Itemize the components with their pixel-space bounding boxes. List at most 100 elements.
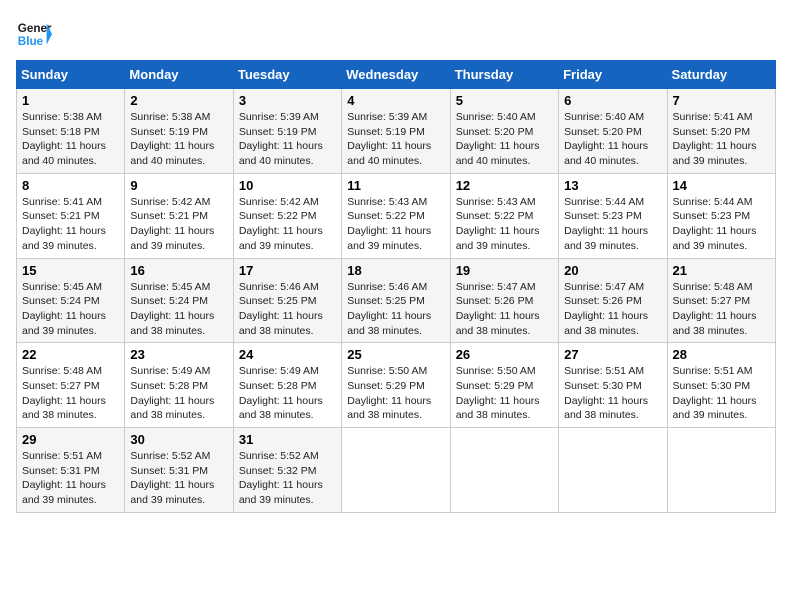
day-number: 31 [239,432,336,447]
logo: General Blue [16,16,52,52]
cell-info: Sunrise: 5:45 AMSunset: 5:24 PMDaylight:… [22,281,106,337]
calendar-cell: 9 Sunrise: 5:42 AMSunset: 5:21 PMDaylight… [125,173,233,258]
cell-info: Sunrise: 5:45 AMSunset: 5:24 PMDaylight:… [130,281,214,337]
cell-info: Sunrise: 5:48 AMSunset: 5:27 PMDaylight:… [22,365,106,421]
calendar-cell: 8 Sunrise: 5:41 AMSunset: 5:21 PMDaylight… [17,173,125,258]
calendar-table: SundayMondayTuesdayWednesdayThursdayFrid… [16,60,776,513]
calendar-cell: 3 Sunrise: 5:39 AMSunset: 5:19 PMDaylight… [233,89,341,174]
weekday-header: Friday [559,61,667,89]
cell-info: Sunrise: 5:46 AMSunset: 5:25 PMDaylight:… [239,281,323,337]
calendar-cell: 6 Sunrise: 5:40 AMSunset: 5:20 PMDaylight… [559,89,667,174]
cell-info: Sunrise: 5:38 AMSunset: 5:19 PMDaylight:… [130,111,214,167]
day-number: 13 [564,178,661,193]
calendar-cell: 29 Sunrise: 5:51 AMSunset: 5:31 PMDayligh… [17,428,125,513]
cell-info: Sunrise: 5:44 AMSunset: 5:23 PMDaylight:… [673,196,757,252]
day-number: 8 [22,178,119,193]
calendar-cell [667,428,775,513]
calendar-week-row: 8 Sunrise: 5:41 AMSunset: 5:21 PMDaylight… [17,173,776,258]
day-number: 17 [239,263,336,278]
calendar-cell: 30 Sunrise: 5:52 AMSunset: 5:31 PMDayligh… [125,428,233,513]
calendar-cell: 14 Sunrise: 5:44 AMSunset: 5:23 PMDayligh… [667,173,775,258]
day-number: 22 [22,347,119,362]
calendar-cell: 24 Sunrise: 5:49 AMSunset: 5:28 PMDayligh… [233,343,341,428]
calendar-week-row: 15 Sunrise: 5:45 AMSunset: 5:24 PMDayligh… [17,258,776,343]
cell-info: Sunrise: 5:49 AMSunset: 5:28 PMDaylight:… [239,365,323,421]
calendar-cell: 17 Sunrise: 5:46 AMSunset: 5:25 PMDayligh… [233,258,341,343]
calendar-cell: 11 Sunrise: 5:43 AMSunset: 5:22 PMDayligh… [342,173,450,258]
calendar-cell [342,428,450,513]
calendar-cell: 21 Sunrise: 5:48 AMSunset: 5:27 PMDayligh… [667,258,775,343]
day-number: 2 [130,93,227,108]
day-number: 9 [130,178,227,193]
day-number: 25 [347,347,444,362]
calendar-week-row: 29 Sunrise: 5:51 AMSunset: 5:31 PMDayligh… [17,428,776,513]
logo-icon: General Blue [16,16,52,52]
calendar-cell: 15 Sunrise: 5:45 AMSunset: 5:24 PMDayligh… [17,258,125,343]
cell-info: Sunrise: 5:50 AMSunset: 5:29 PMDaylight:… [456,365,540,421]
day-number: 4 [347,93,444,108]
day-number: 24 [239,347,336,362]
cell-info: Sunrise: 5:47 AMSunset: 5:26 PMDaylight:… [456,281,540,337]
cell-info: Sunrise: 5:42 AMSunset: 5:21 PMDaylight:… [130,196,214,252]
calendar-cell: 4 Sunrise: 5:39 AMSunset: 5:19 PMDaylight… [342,89,450,174]
calendar-cell: 5Sunrise: 5:40 AMSunset: 5:20 PMDaylight… [450,89,558,174]
cell-info: Sunrise: 5:50 AMSunset: 5:29 PMDaylight:… [347,365,431,421]
svg-text:Blue: Blue [18,35,44,48]
cell-info: Sunrise: 5:51 AMSunset: 5:30 PMDaylight:… [564,365,648,421]
calendar-cell: 28 Sunrise: 5:51 AMSunset: 5:30 PMDayligh… [667,343,775,428]
cell-info: Sunrise: 5:38 AMSunset: 5:18 PMDaylight:… [22,111,106,167]
calendar-week-row: 1 Sunrise: 5:38 AMSunset: 5:18 PMDaylight… [17,89,776,174]
day-number: 29 [22,432,119,447]
cell-info: Sunrise: 5:47 AMSunset: 5:26 PMDaylight:… [564,281,648,337]
cell-info: Sunrise: 5:40 AMSunset: 5:20 PMDaylight:… [564,111,648,167]
weekday-header-row: SundayMondayTuesdayWednesdayThursdayFrid… [17,61,776,89]
day-number: 14 [673,178,770,193]
day-number: 16 [130,263,227,278]
cell-info: Sunrise: 5:52 AMSunset: 5:32 PMDaylight:… [239,450,323,506]
calendar-cell: 1 Sunrise: 5:38 AMSunset: 5:18 PMDaylight… [17,89,125,174]
day-number: 30 [130,432,227,447]
weekday-header: Tuesday [233,61,341,89]
cell-info: Sunrise: 5:52 AMSunset: 5:31 PMDaylight:… [130,450,214,506]
day-number: 28 [673,347,770,362]
weekday-header: Thursday [450,61,558,89]
calendar-cell: 26 Sunrise: 5:50 AMSunset: 5:29 PMDayligh… [450,343,558,428]
calendar-cell: 13 Sunrise: 5:44 AMSunset: 5:23 PMDayligh… [559,173,667,258]
day-number: 7 [673,93,770,108]
cell-info: Sunrise: 5:39 AMSunset: 5:19 PMDaylight:… [239,111,323,167]
cell-info: Sunrise: 5:48 AMSunset: 5:27 PMDaylight:… [673,281,757,337]
day-number: 3 [239,93,336,108]
calendar-cell: 19 Sunrise: 5:47 AMSunset: 5:26 PMDayligh… [450,258,558,343]
day-number: 18 [347,263,444,278]
day-number: 26 [456,347,553,362]
calendar-cell: 20 Sunrise: 5:47 AMSunset: 5:26 PMDayligh… [559,258,667,343]
page-header: General Blue [16,16,776,52]
calendar-cell: 12 Sunrise: 5:43 AMSunset: 5:22 PMDayligh… [450,173,558,258]
calendar-cell: 25 Sunrise: 5:50 AMSunset: 5:29 PMDayligh… [342,343,450,428]
day-number: 23 [130,347,227,362]
cell-info: Sunrise: 5:41 AMSunset: 5:21 PMDaylight:… [22,196,106,252]
weekday-header: Sunday [17,61,125,89]
cell-info: Sunrise: 5:46 AMSunset: 5:25 PMDaylight:… [347,281,431,337]
day-number: 11 [347,178,444,193]
day-number: 20 [564,263,661,278]
calendar-cell: 16 Sunrise: 5:45 AMSunset: 5:24 PMDayligh… [125,258,233,343]
calendar-cell [559,428,667,513]
day-number: 6 [564,93,661,108]
day-number: 12 [456,178,553,193]
calendar-cell: 27Sunrise: 5:51 AMSunset: 5:30 PMDayligh… [559,343,667,428]
cell-info: Sunrise: 5:39 AMSunset: 5:19 PMDaylight:… [347,111,431,167]
day-number: 15 [22,263,119,278]
day-number: 21 [673,263,770,278]
cell-info: Sunrise: 5:51 AMSunset: 5:31 PMDaylight:… [22,450,106,506]
cell-info: Sunrise: 5:51 AMSunset: 5:30 PMDaylight:… [673,365,757,421]
day-number: 5 [456,93,553,108]
weekday-header: Wednesday [342,61,450,89]
day-number: 1 [22,93,119,108]
cell-info: Sunrise: 5:43 AMSunset: 5:22 PMDaylight:… [456,196,540,252]
cell-info: Sunrise: 5:44 AMSunset: 5:23 PMDaylight:… [564,196,648,252]
cell-info: Sunrise: 5:43 AMSunset: 5:22 PMDaylight:… [347,196,431,252]
day-number: 19 [456,263,553,278]
weekday-header: Monday [125,61,233,89]
calendar-cell: 7Sunrise: 5:41 AMSunset: 5:20 PMDaylight… [667,89,775,174]
